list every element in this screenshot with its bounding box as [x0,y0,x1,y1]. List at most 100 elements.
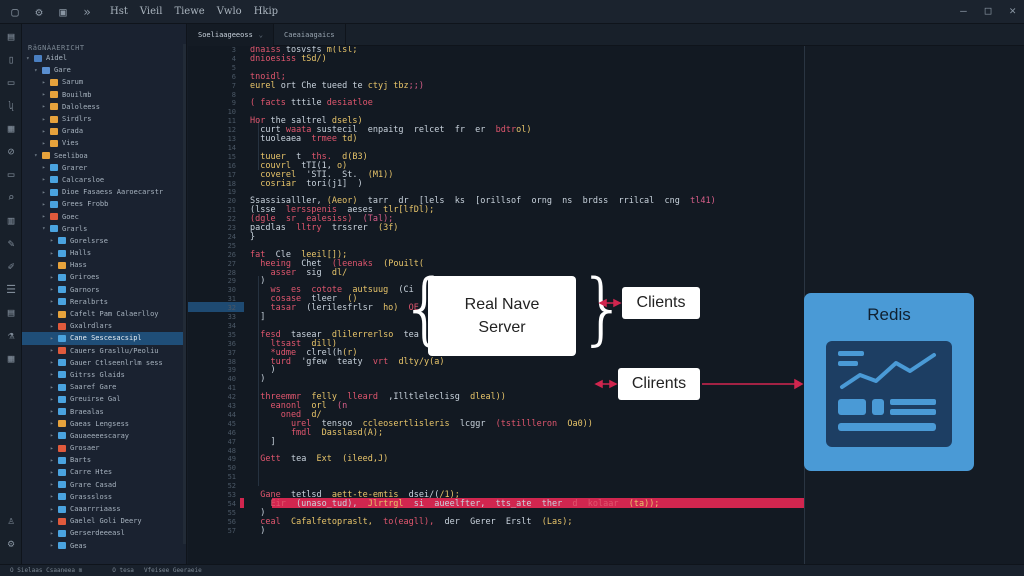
status-item[interactable]: Vfeisee Geeraeie [144,567,202,574]
tools-icon[interactable]: ✐ [0,255,22,277]
chevron-icon[interactable]: ▸ [50,335,56,342]
tree-item[interactable]: ▸ Cafelt Pam Calaerlloy [22,308,186,320]
chevron-icon[interactable]: ▸ [50,493,56,500]
chevron-icon[interactable]: ▸ [50,457,56,464]
tree-item[interactable]: ▸ Dioe Fasaess Aaroecarstr [22,186,186,198]
panel-icon[interactable]: ▦ [0,347,22,369]
tree-item[interactable]: ▸ Saaref Gare [22,381,186,393]
tree-item[interactable]: ▸ Geas [22,540,186,552]
chevron-icon[interactable]: ▸ [50,445,56,452]
explorer-icon[interactable]: ▤ [0,25,22,47]
chevron-icon[interactable]: ▸ [42,164,48,171]
tree-item[interactable]: ▸ Sarum [22,76,186,88]
tree-item[interactable]: ▸ Gauer Ctlseenlrlm sess [22,357,186,369]
menu-item[interactable]: Hkip [254,6,278,17]
tree-item[interactable]: ▸ Grarer [22,162,186,174]
tree-item[interactable]: ▸ Gitrss Glaids [22,369,186,381]
tree-item[interactable]: ▸ Gaelel Goli Deery [22,515,186,527]
expand-icon[interactable]: » [78,3,96,21]
chevron-icon[interactable]: ▸ [50,469,56,476]
chevron-icon[interactable]: ▸ [42,176,48,183]
settings-icon[interactable]: ⚙ [30,3,48,21]
files-icon[interactable]: ▢ [6,3,24,21]
search-icon[interactable]: ⌕ [0,186,22,208]
account-icon[interactable]: ♙ [0,509,22,531]
tree-item[interactable]: ▸ Gorelsrse [22,235,186,247]
tree-item[interactable]: ▸ Gxalrdlars [22,320,186,332]
extensions-icon[interactable]: ▥ [0,209,22,231]
chevron-icon[interactable]: ▸ [50,359,56,366]
menu-item[interactable]: Vieil [140,6,163,17]
menu-item[interactable]: Hst [110,6,128,17]
tree-item[interactable]: ▸ Garnors [22,284,186,296]
test-icon[interactable]: ⚗ [0,324,22,346]
minimize-button[interactable]: – [960,4,967,17]
chevron-icon[interactable]: ▸ [42,116,48,123]
chevron-icon[interactable]: ▸ [50,311,56,318]
chevron-icon[interactable]: ▸ [42,213,48,220]
chevron-icon[interactable]: ▸ [50,371,56,378]
chevron-icon[interactable]: ▸ [50,530,56,537]
tree-item[interactable]: ▸ Greuirse Gal [22,393,186,405]
maximize-button[interactable]: □ [985,4,992,17]
chevron-icon[interactable]: ▾ [26,55,32,62]
chevron-icon[interactable]: ▸ [50,420,56,427]
chevron-icon[interactable]: ▾ [42,225,48,232]
edit-icon[interactable]: ✎ [0,232,22,254]
chevron-icon[interactable]: ▸ [50,518,56,525]
menu-item[interactable]: Tiewe [174,6,204,17]
tree-item[interactable]: ▸ Halls [22,247,186,259]
tree-item[interactable]: ▾ Aidel [22,52,186,64]
chevron-down-icon[interactable]: ⌄ [259,31,263,39]
tree-item[interactable]: ▸ Gauaeeeescaray [22,430,186,442]
split-icon[interactable]: ▣ [54,3,72,21]
tree-item[interactable]: ▸ Bouilmb [22,89,186,101]
chevron-icon[interactable]: ▸ [50,250,56,257]
outline-icon[interactable]: ☰ [0,278,22,300]
status-item[interactable]: O Sielaas Csaaneea m [10,567,82,574]
chevron-icon[interactable]: ▸ [50,542,56,549]
explorer-scrollbar[interactable] [183,44,186,544]
tree-item[interactable]: ▸ Gaeas Lengsess [22,418,186,430]
chevron-icon[interactable]: ▸ [50,286,56,293]
chevron-icon[interactable]: ▸ [42,91,48,98]
tree-item[interactable]: ▸ Grada [22,125,186,137]
tree-item[interactable]: ▸ Cauers Grasllu/Peoliu [22,345,186,357]
layers-icon[interactable]: ▤ [0,301,22,323]
chat-icon[interactable]: ▭ [0,163,22,185]
tree-item[interactable]: ▸ Grees Frobb [22,198,186,210]
tree-item[interactable]: ▾ Seeliboa [22,150,186,162]
tree-item[interactable]: ▸ Vies [22,137,186,149]
chevron-icon[interactable]: ▸ [50,274,56,281]
chevron-icon[interactable]: ▸ [50,237,56,244]
chevron-icon[interactable]: ▸ [50,506,56,513]
tree-item[interactable]: ▸ Sirdlrs [22,113,186,125]
chevron-icon[interactable]: ▸ [50,347,56,354]
tree-item[interactable]: ▸ Grare Casad [22,479,186,491]
chevron-icon[interactable]: ▾ [34,152,40,159]
chevron-icon[interactable]: ▸ [42,79,48,86]
chevron-icon[interactable]: ▸ [42,201,48,208]
folder-icon[interactable]: ▭ [0,71,22,93]
tree-item[interactable]: ▸ Daloleess [22,101,186,113]
terminal-icon[interactable]: ▦ [0,117,22,139]
menu-item[interactable]: Vwlo [217,6,242,17]
chevron-icon[interactable]: ▸ [42,189,48,196]
tree-item[interactable]: ▾ Gare [22,64,186,76]
tree-item[interactable]: ▸ Calcarsloe [22,174,186,186]
close-button[interactable]: ✕ [1009,4,1016,17]
tree-item[interactable]: ▸ Hass [22,259,186,271]
chevron-icon[interactable]: ▸ [50,384,56,391]
tree-item[interactable]: ▸ Grosaer [22,442,186,454]
status-item[interactable]: O tesa [112,567,134,574]
bookmark-icon[interactable]: ▯ [0,48,22,70]
chevron-icon[interactable]: ▸ [50,481,56,488]
tree-item[interactable]: ▸ Caaarrriaass [22,503,186,515]
tree-item[interactable]: ▸ Barts [22,454,186,466]
chevron-icon[interactable]: ▸ [50,408,56,415]
tree-item[interactable]: ▸ Grasssloss [22,491,186,503]
tab-file-1[interactable]: Soeliaageeoss ⌄ [188,24,275,46]
tree-item[interactable]: ▸ Goec [22,210,186,222]
git-icon[interactable]: ʯ [0,94,22,116]
manage-icon[interactable]: ⚙ [0,532,22,554]
